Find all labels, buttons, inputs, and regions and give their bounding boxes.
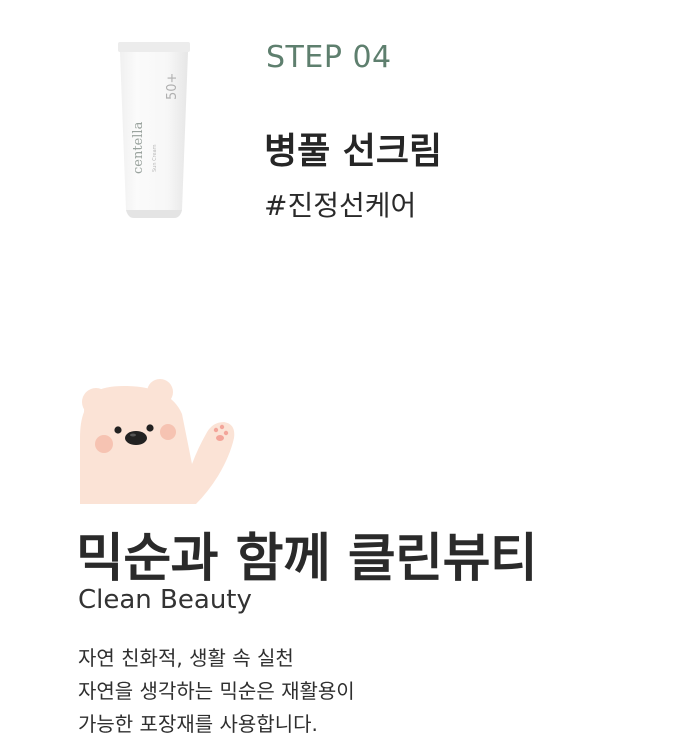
waving-bear-icon (78, 378, 238, 506)
sunscreen-tube-icon: centella Sun Cream 50+ (116, 40, 192, 222)
clean-beauty-title: 믹순과 함께 클린뷰티 (76, 529, 538, 589)
step-label: STEP 04 (266, 40, 392, 75)
description-line: 자연을 생각하는 믹순은 재활용이 (78, 679, 355, 703)
tube-brand-text: centella (131, 121, 146, 174)
clean-beauty-subtitle: Clean Beauty (78, 585, 252, 615)
tube-spf-text: 50+ (165, 73, 180, 100)
clean-beauty-description: 자연 친화적, 생활 속 실천 자연을 생각하는 믹순은 재활용이 가능한 포장… (78, 642, 355, 741)
tube-type-text: Sun Cream (152, 144, 158, 172)
description-line: 가능한 포장재를 사용합니다. (78, 712, 318, 736)
product-hashtag: #진정선케어 (264, 189, 417, 222)
product-name: 병풀 선크림 (264, 131, 443, 172)
description-line: 자연 친화적, 생활 속 실천 (78, 646, 294, 670)
